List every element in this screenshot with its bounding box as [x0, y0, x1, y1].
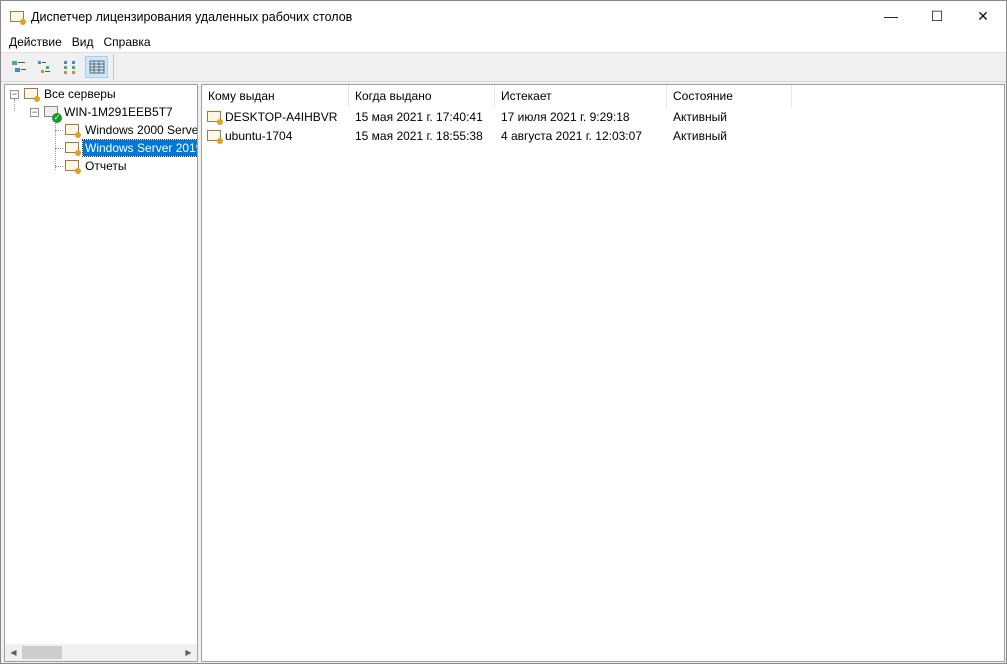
license-icon — [206, 109, 223, 125]
menu-help[interactable]: Справка — [98, 33, 155, 51]
column-issued-on[interactable]: Когда выдано — [349, 85, 495, 107]
reports-icon — [64, 158, 81, 174]
horizontal-scrollbar[interactable]: ◀ ▶ — [5, 644, 197, 661]
toolbar — [1, 52, 1006, 82]
list-icon — [63, 61, 75, 74]
menu-bar: Действие Вид Справка — [1, 33, 156, 51]
table-row[interactable]: DESKTOP-A4IHBVR 15 мая 2021 г. 17:40:41 … — [202, 107, 1004, 126]
tree-item-all-servers[interactable]: − Все серверы — [10, 85, 118, 103]
scroll-thumb[interactable] — [22, 646, 62, 659]
column-status[interactable]: Состояние — [667, 85, 792, 107]
column-issued-to[interactable]: Кому выдан — [202, 85, 349, 107]
license-icon — [206, 128, 223, 144]
small-icons-view-button[interactable] — [33, 56, 56, 78]
details-view-button[interactable] — [85, 56, 108, 78]
collapse-icon[interactable]: − — [30, 107, 39, 117]
details-icon — [89, 60, 104, 74]
license-manager-icon — [9, 9, 26, 25]
servers-icon — [23, 86, 40, 102]
title-bar: Диспетчер лицензирования удаленных рабоч… — [1, 1, 1006, 33]
scroll-left-icon[interactable]: ◀ — [5, 648, 22, 657]
server-active-icon: ✓ — [43, 104, 62, 123]
license-pack-icon — [64, 140, 81, 156]
window-title: Диспетчер лицензирования удаленных рабоч… — [31, 10, 353, 24]
menu-action[interactable]: Действие — [4, 33, 67, 51]
tree-item-server[interactable]: − ✓ WIN-1M291EEB5T7 — [30, 103, 175, 123]
tree-pane: − Все серверы − ✓ WIN-1M291EEB5T7 Window… — [4, 84, 198, 662]
table-row[interactable]: ubuntu-1704 15 мая 2021 г. 18:55:38 4 ав… — [202, 126, 1004, 145]
large-icons-view-button[interactable] — [7, 56, 30, 78]
tree-item-windows-2000[interactable]: Windows 2000 Server — [64, 121, 197, 139]
minimize-button[interactable]: — — [868, 1, 914, 31]
small-icons-icon — [37, 61, 50, 73]
column-expires[interactable]: Истекает — [495, 85, 667, 107]
collapse-icon[interactable]: − — [10, 89, 19, 99]
main-area: − Все серверы − ✓ WIN-1M291EEB5T7 Window… — [1, 82, 1006, 663]
table-header: Кому выдан Когда выдано Истекает Состоян… — [202, 85, 1004, 107]
menu-view[interactable]: Вид — [67, 33, 99, 51]
list-view-button[interactable] — [59, 56, 82, 78]
license-list: Кому выдан Когда выдано Истекает Состоян… — [201, 84, 1005, 662]
tree-item-reports[interactable]: Отчеты — [64, 157, 128, 175]
license-pack-icon — [64, 122, 81, 138]
close-button[interactable]: ✕ — [960, 1, 1006, 31]
tree-item-windows-2019[interactable]: Windows Server 2019 — [64, 139, 197, 157]
scroll-right-icon[interactable]: ▶ — [180, 648, 197, 657]
large-icons-icon — [11, 61, 26, 72]
maximize-button[interactable]: ☐ — [914, 1, 960, 31]
